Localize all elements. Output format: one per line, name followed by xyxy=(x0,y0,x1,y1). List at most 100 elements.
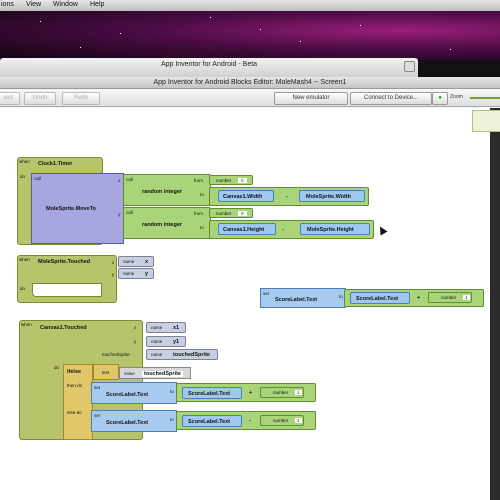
number-label: number xyxy=(273,390,289,395)
event-name: Clock1.Timer xyxy=(38,161,73,167)
save-button[interactable]: ved xyxy=(0,92,20,105)
arg-name-y1[interactable]: name y1 xyxy=(146,336,186,347)
zoom-label: Zoom xyxy=(450,94,463,100)
getter-label: MoleSprite.Width xyxy=(306,194,351,200)
menu-options[interactable]: ions xyxy=(1,1,14,8)
minus-label: - xyxy=(282,227,284,233)
do-label: do xyxy=(20,174,26,179)
menu-view[interactable]: View xyxy=(26,1,41,8)
call-block-moveto[interactable]: call MoleSprite.MoveTo x y xyxy=(31,173,124,244)
getter-scorelabel-text[interactable]: ScoreLabel.Text xyxy=(182,387,242,399)
number-value[interactable]: 1 xyxy=(295,390,302,395)
number-block[interactable]: number 0 xyxy=(209,208,253,218)
value-label: value xyxy=(124,371,135,376)
editor-titlebar: App Inventor for Android Blocks Editor: … xyxy=(0,77,500,89)
getter-canvas-width[interactable]: Canvas1.Width xyxy=(218,190,274,202)
param-x-label: x xyxy=(118,178,121,183)
do-label: do xyxy=(20,286,26,291)
number-block[interactable]: number 1 xyxy=(428,292,472,303)
param-y-label: y xyxy=(118,212,121,217)
menu-help[interactable]: Help xyxy=(90,1,104,8)
arg-value: touchedSprite xyxy=(173,352,210,358)
call-label: call xyxy=(34,176,41,181)
plus-label: + xyxy=(417,295,421,301)
browser-window-title: App Inventor for Android - Beta xyxy=(160,61,258,68)
param-touched-label: touchedSprite xyxy=(102,352,130,357)
new-emulator-button[interactable]: New emulator xyxy=(274,92,348,105)
from-label: from xyxy=(194,178,203,183)
name-label: name xyxy=(151,352,163,357)
number-label: number xyxy=(216,178,232,183)
from-label: from xyxy=(194,211,203,216)
set-scorelabel-else[interactable]: set ScoreLabel.Text to xyxy=(91,410,177,432)
param-y-label: y xyxy=(134,339,137,344)
number-label: number xyxy=(441,295,457,300)
getter-label: Canvas1.Width xyxy=(223,194,263,200)
number-block[interactable]: number 0 xyxy=(209,175,253,185)
getter-scorelabel-text[interactable]: ScoreLabel.Text xyxy=(182,415,242,427)
procedure-name: MoleSprite.MoveTo xyxy=(46,206,97,212)
getter-molesprite-height[interactable]: MoleSprite.Height xyxy=(300,223,370,235)
when-label: when xyxy=(19,159,30,164)
name-label: name xyxy=(123,259,135,264)
value-touchedsprite-block[interactable]: value touchedSprite xyxy=(119,367,191,379)
setter-target: ScoreLabel.Text xyxy=(275,297,318,303)
number-value[interactable]: 1 xyxy=(463,295,470,300)
random-integer-label: random integer xyxy=(142,189,183,195)
number-block[interactable]: number 1 xyxy=(260,415,304,426)
mini-map[interactable] xyxy=(472,110,500,132)
to-label: to xyxy=(200,225,204,230)
undo-button[interactable]: Undo xyxy=(24,92,56,105)
number-value[interactable]: 1 xyxy=(295,418,302,423)
name-label: name xyxy=(151,339,163,344)
param-x-label: x xyxy=(112,260,115,265)
arg-name-y[interactable]: name y xyxy=(118,268,154,279)
emulator-panel xyxy=(490,108,500,500)
getter-label: ScoreLabel.Text xyxy=(188,391,231,397)
arg-name-x[interactable]: name x xyxy=(118,256,154,267)
number-value[interactable]: 0 xyxy=(238,178,247,183)
number-value[interactable]: 0 xyxy=(238,211,247,216)
number-label: number xyxy=(273,418,289,423)
connect-device-button[interactable]: Connect to Device... xyxy=(350,92,432,105)
editor-toolbar: ved Undo Redo New emulator Connect to De… xyxy=(0,89,500,107)
random-integer-block-y[interactable]: call random integer from to xyxy=(123,207,211,239)
getter-label: ScoreLabel.Text xyxy=(356,296,399,302)
redo-button[interactable]: Redo xyxy=(62,92,100,105)
getter-label: Canvas1.Height xyxy=(223,227,265,233)
arg-name-touchedsprite[interactable]: name touchedSprite xyxy=(146,349,218,360)
event-name: MoleSprite.Touched xyxy=(38,259,91,265)
set-label: set xyxy=(94,385,101,390)
to-label: to xyxy=(170,389,174,394)
arg-name-x1[interactable]: name x1 xyxy=(146,322,186,333)
plus-label: + xyxy=(249,390,253,396)
window-resize-button[interactable] xyxy=(404,61,415,72)
event-name: Canvas1.Touched xyxy=(40,325,87,331)
zoom-slider[interactable] xyxy=(470,97,500,99)
set-label: set xyxy=(263,291,270,296)
getter-scorelabel-text[interactable]: ScoreLabel.Text xyxy=(350,292,410,304)
random-integer-block-x[interactable]: call random integer from to xyxy=(123,174,211,206)
value-name: touchedSprite xyxy=(142,371,183,377)
param-y-label: y xyxy=(112,272,115,277)
menu-window[interactable]: Window xyxy=(53,1,78,8)
setter-target: ScoreLabel.Text xyxy=(106,392,149,398)
set-scorelabel-then[interactable]: set ScoreLabel.Text to xyxy=(91,382,177,404)
do-label: do xyxy=(54,365,60,370)
arg-value: x1 xyxy=(173,325,180,331)
name-label: name xyxy=(123,271,135,276)
number-block[interactable]: number 1 xyxy=(260,387,304,398)
getter-label: ScoreLabel.Text xyxy=(188,419,231,425)
random-integer-label: random integer xyxy=(142,222,183,228)
getter-molesprite-width[interactable]: MoleSprite.Width xyxy=(299,190,365,202)
getter-canvas-height[interactable]: Canvas1.Height xyxy=(218,223,276,235)
ifelse-block[interactable]: ifelse then-do else-do xyxy=(63,364,93,440)
mac-menubar: ions View Window Help xyxy=(0,0,500,11)
minus-label: - xyxy=(249,418,251,424)
browser-window[interactable]: App Inventor for Android - Beta xyxy=(0,58,418,78)
connect-status-icon: ● xyxy=(432,92,448,105)
arg-value: x xyxy=(145,259,149,265)
set-scorelabel-block[interactable]: set ScoreLabel.Text to xyxy=(260,288,346,308)
minus-label: - xyxy=(286,194,288,200)
do-socket[interactable] xyxy=(32,283,102,297)
